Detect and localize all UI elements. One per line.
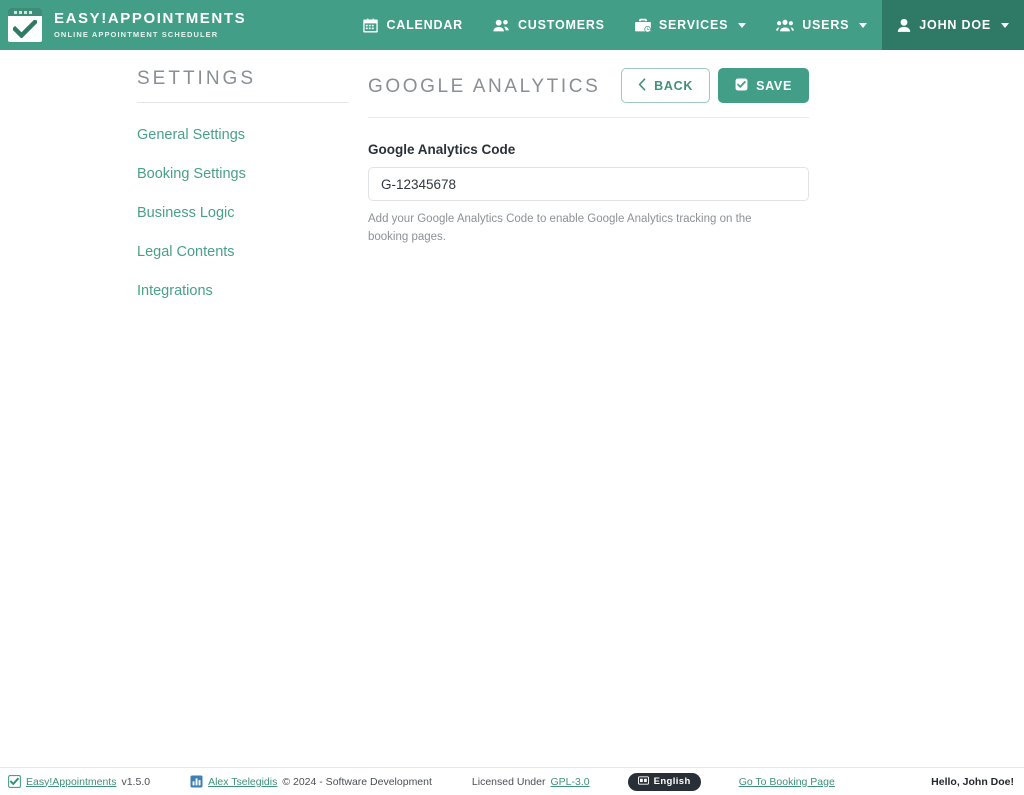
nav-item-label: JOHN DOE: [919, 18, 991, 32]
nav-item-calendar[interactable]: CALENDAR: [348, 0, 478, 50]
brand-text: EASY!APPOINTMENTS ONLINE APPOINTMENT SCH…: [54, 11, 246, 40]
nav-item-label: USERS: [802, 18, 849, 32]
language-label: English: [654, 776, 691, 787]
footer-greeting: Hello, John Doe!: [931, 776, 1014, 788]
nav-item-users[interactable]: USERS: [761, 0, 882, 50]
brand-title: EASY!APPOINTMENTS: [54, 11, 246, 28]
nav-item-label: CUSTOMERS: [518, 18, 605, 32]
settings-heading: SETTINGS: [137, 68, 349, 102]
calendar-check-icon: [8, 8, 42, 42]
back-button-label: BACK: [654, 79, 693, 93]
main-nav: CALENDAR CUSTOMERS: [348, 0, 1024, 50]
save-button[interactable]: SAVE: [718, 68, 809, 103]
footer-app-version: v1.5.0: [121, 776, 150, 788]
brand-subtitle: ONLINE APPOINTMENT SCHEDULER: [54, 30, 246, 39]
footer-author-link[interactable]: Alex Tselegidis: [208, 776, 277, 788]
footer-license: Licensed Under GPL-3.0: [472, 776, 590, 788]
chevron-down-icon: [1001, 23, 1009, 28]
calendar-icon: [363, 18, 378, 33]
logo-dot: [14, 11, 17, 14]
content-area: SETTINGS General Settings Booking Settin…: [0, 50, 1024, 767]
analytics-code-help: Add your Google Analytics Code to enable…: [368, 211, 778, 247]
google-analytics-form: Google Analytics Code Add your Google An…: [368, 118, 809, 247]
briefcase-clock-icon: [635, 18, 651, 33]
app-footer: Easy!Appointments v1.5.0 Alex Tselegidis…: [0, 767, 1024, 795]
sidebar-item-integrations[interactable]: Integrations: [137, 271, 349, 310]
footer-app-info: Easy!Appointments v1.5.0: [8, 775, 150, 788]
sidebar-item-legal-contents[interactable]: Legal Contents: [137, 232, 349, 271]
header-actions: BACK SAVE: [621, 68, 809, 103]
chevron-down-icon: [738, 23, 746, 28]
footer-booking: Go To Booking Page: [739, 776, 835, 788]
logo-dot: [19, 11, 22, 14]
footer-license-link[interactable]: GPL-3.0: [550, 776, 589, 788]
page-title: GOOGLE ANALYTICS: [368, 68, 600, 98]
nav-item-customers[interactable]: CUSTOMERS: [478, 0, 620, 50]
nav-item-user-menu[interactable]: JOHN DOE: [882, 0, 1024, 50]
brand[interactable]: EASY!APPOINTMENTS ONLINE APPOINTMENT SCH…: [0, 8, 246, 42]
chevron-down-icon: [859, 23, 867, 28]
chart-icon: [190, 775, 203, 788]
chevron-left-icon: [638, 78, 646, 94]
main-header: GOOGLE ANALYTICS BACK: [368, 68, 809, 117]
save-button-label: SAVE: [756, 79, 792, 93]
logo-dot: [29, 11, 32, 14]
footer-language: English: [628, 773, 701, 791]
footer-app-link[interactable]: Easy!Appointments: [26, 776, 116, 788]
nav-item-services[interactable]: SERVICES: [620, 0, 761, 50]
users-group-icon: [776, 18, 794, 33]
back-button[interactable]: BACK: [621, 68, 710, 103]
footer-author-rest: © 2024 - Software Development: [282, 776, 432, 788]
app-header: EASY!APPOINTMENTS ONLINE APPOINTMENT SCH…: [0, 0, 1024, 50]
sidebar-item-general-settings[interactable]: General Settings: [137, 115, 349, 154]
footer-license-prefix: Licensed Under: [472, 776, 546, 788]
logo-checkmark: [8, 16, 42, 42]
check-badge-icon: [8, 775, 21, 788]
translate-icon: [638, 776, 649, 788]
sidebar-item-business-logic[interactable]: Business Logic: [137, 193, 349, 232]
language-badge[interactable]: English: [628, 773, 701, 791]
person-icon: [897, 18, 911, 33]
nav-item-label: CALENDAR: [386, 18, 463, 32]
sidebar-item-booking-settings[interactable]: Booking Settings: [137, 154, 349, 193]
check-square-icon: [735, 78, 748, 94]
main-panel: GOOGLE ANALYTICS BACK: [368, 68, 809, 247]
analytics-code-label: Google Analytics Code: [368, 142, 809, 157]
settings-sidebar: SETTINGS General Settings Booking Settin…: [137, 68, 349, 310]
analytics-code-input[interactable]: [368, 167, 809, 201]
nav-item-label: SERVICES: [659, 18, 728, 32]
logo-dot: [24, 11, 27, 14]
users-icon: [493, 18, 510, 33]
settings-link-list: General Settings Booking Settings Busine…: [137, 103, 349, 310]
footer-author-info: Alex Tselegidis © 2024 - Software Develo…: [190, 775, 432, 788]
footer-booking-link[interactable]: Go To Booking Page: [739, 776, 835, 788]
